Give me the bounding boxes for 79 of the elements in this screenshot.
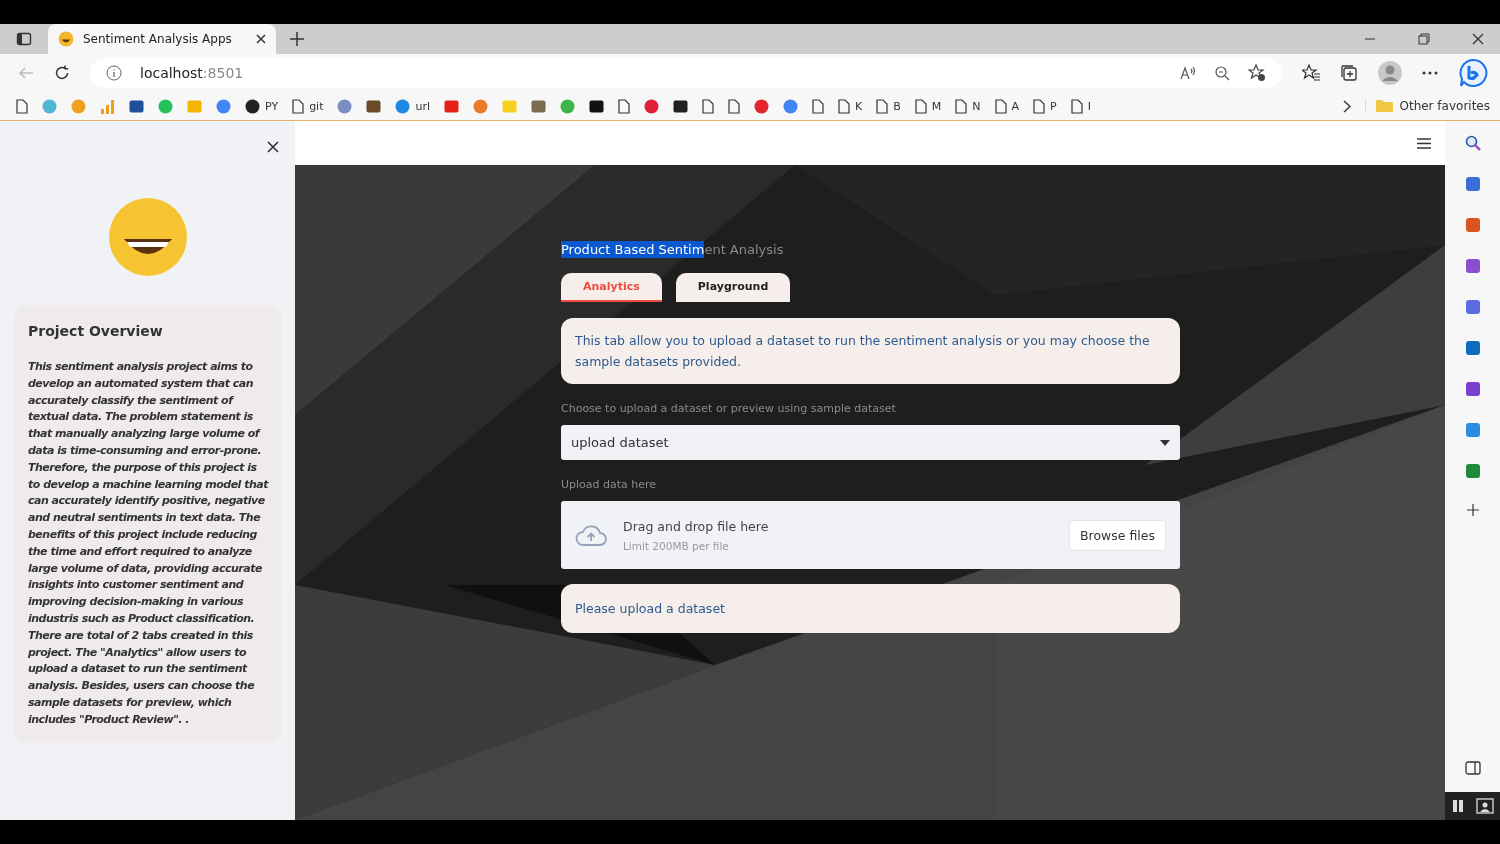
close-icon[interactable]: [267, 141, 279, 153]
more-icon[interactable]: [1422, 71, 1438, 75]
page-icon: [914, 98, 927, 114]
other-favorites[interactable]: Other favorites: [1365, 99, 1490, 113]
new-tab-icon[interactable]: [290, 32, 304, 46]
sidebar-app-icon[interactable]: [1464, 217, 1481, 233]
bookmark-icon[interactable]: [129, 98, 144, 114]
page-icon: [838, 98, 851, 114]
close-icon[interactable]: [256, 34, 266, 44]
refresh-icon[interactable]: [54, 65, 70, 81]
browse-files-button[interactable]: Browse files: [1068, 519, 1166, 551]
info-icon: [106, 65, 122, 81]
bookmark[interactable]: P: [1033, 98, 1057, 114]
profile-avatar-icon[interactable]: [1378, 61, 1402, 85]
bookmark-icon[interactable]: [16, 98, 28, 114]
sidebar-app-icon[interactable]: [1464, 422, 1481, 438]
sidebar-app-icon[interactable]: [1464, 258, 1481, 274]
bookmark[interactable]: I: [1070, 98, 1091, 114]
bookmark[interactable]: PY: [245, 98, 279, 114]
pause-icon[interactable]: [1450, 799, 1465, 813]
bookmark[interactable]: N: [955, 98, 981, 114]
menu-icon[interactable]: [1417, 137, 1431, 149]
page-icon: [1033, 98, 1046, 114]
folder-icon: [1376, 99, 1394, 113]
bookmark[interactable]: git: [292, 98, 324, 114]
close-icon[interactable]: [1472, 33, 1484, 45]
dropzone-limit: Limit 200MB per file: [623, 539, 730, 552]
dataset-select[interactable]: upload dataset: [561, 425, 1180, 460]
search-icon[interactable]: [1464, 135, 1481, 151]
sidebar-app-icon[interactable]: [1464, 299, 1481, 315]
sidebar-app-icon[interactable]: [1464, 176, 1481, 192]
add-icon[interactable]: [1466, 504, 1479, 516]
tab[interactable]: Playground: [675, 273, 791, 302]
info-message: This tab allow you to upload a dataset to run the sentiment analysis or you may choose the sample datasets provided.: [561, 318, 1180, 384]
bookmark[interactable]: url: [395, 98, 431, 114]
cloud-upload-icon: [575, 524, 607, 546]
bookmark-icon[interactable]: [702, 98, 715, 114]
card-text: This sentiment analysis project aims to develop an automated system that can accurately classify the sentiment of textual data. The problem statement is that manually analyzing large volume of data is time-consuming and error-prone. Therefore, the purpose of this project is to develop a machine learning model that can accurately identify positive, negative and neutral sentiments in text data. The benefits of this project include reducing the time and effort required to analyze large volume of data, providing accurate insights into customer sentiment and improving decision-making in various industris such as Product classification. There are total of 2 tabs created in this project. The "Analytics" allow users to upload a dataset to run the sentiment analysis. Besides, users can choose the sample datasets for preview, which includes "Product Review". .: [28, 359, 269, 728]
bookmark-icon[interactable]: [589, 98, 605, 114]
page-icon: [955, 98, 968, 114]
browser-tab[interactable]: Sentiment Analysis Apps: [48, 24, 276, 54]
tab-actions-icon[interactable]: [16, 31, 32, 47]
split-screen-icon[interactable]: [1464, 761, 1481, 775]
bookmark-icon[interactable]: [728, 98, 741, 114]
dropzone-title: Drag and drop file here: [623, 518, 769, 534]
file-dropzone[interactable]: Drag and drop file here Limit 200MB per file Browse files: [561, 501, 1180, 569]
title-text: ent Analysis: [704, 241, 784, 257]
favorites-icon[interactable]: [1302, 64, 1320, 82]
chat-bubble-icon[interactable]: [1458, 58, 1488, 88]
card-title: Project Overview: [28, 323, 164, 339]
restore-icon[interactable]: [1418, 33, 1430, 45]
bookmark-icon[interactable]: [673, 98, 689, 114]
person-frame-icon[interactable]: [1476, 798, 1495, 814]
field-label: Choose to upload a dataset or preview using sample dataset: [561, 402, 897, 415]
bookmark[interactable]: A: [994, 98, 1020, 114]
zoom-out-icon[interactable]: [1214, 65, 1230, 81]
sidebar-app-icon[interactable]: [1464, 463, 1481, 479]
page-icon: [292, 98, 305, 114]
page-icon: [1070, 98, 1083, 114]
bookmark[interactable]: K: [838, 98, 863, 114]
address-bar[interactable]: localhost:8501: [90, 58, 1282, 88]
sidebar-app-icon[interactable]: [1464, 340, 1481, 356]
sidebar-app-icon[interactable]: [1464, 381, 1481, 397]
collections-icon[interactable]: [1340, 64, 1358, 82]
chevron-right-icon[interactable]: [1343, 99, 1352, 113]
notice-message: Please upload a dataset: [561, 584, 1180, 633]
bookmark-icon[interactable]: [812, 98, 825, 114]
add-favorite-icon[interactable]: [1248, 64, 1266, 82]
bookmark-icon[interactable]: [366, 98, 382, 114]
page-icon: [994, 98, 1007, 114]
bookmark[interactable]: M: [914, 98, 942, 114]
page-icon: [876, 98, 889, 114]
emoji-icon: [58, 31, 74, 47]
emoji-icon: [108, 197, 188, 277]
read-aloud-icon[interactable]: [1180, 65, 1196, 81]
bookmark-icon[interactable]: [618, 98, 631, 114]
caret-icon: [1160, 439, 1170, 446]
bookmark[interactable]: B: [876, 98, 901, 114]
field-label: Upload data here: [561, 478, 658, 491]
